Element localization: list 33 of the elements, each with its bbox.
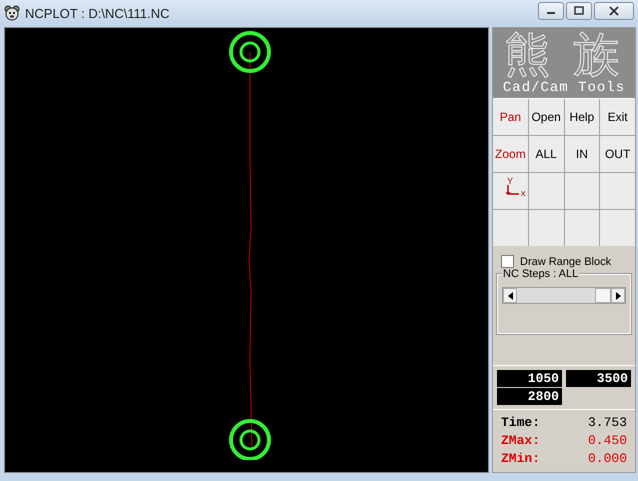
toolbar-button[interactable]: Open [528, 99, 564, 135]
close-icon [609, 6, 619, 16]
toolbar-button[interactable]: Help [564, 99, 600, 135]
mode-button[interactable]: Pan [493, 99, 528, 135]
bear-face-icon [4, 5, 20, 21]
coordinate-readout: 3500 [566, 370, 631, 387]
minimize-button[interactable] [538, 2, 564, 20]
slider-thumb[interactable] [595, 288, 611, 303]
maximize-button[interactable] [566, 2, 592, 20]
checkbox[interactable] [501, 255, 514, 268]
checkbox-label: Draw Range Block [520, 256, 612, 268]
stat-value: 0.000 [588, 450, 627, 468]
mode-button[interactable]: Zoom [493, 136, 528, 172]
close-button[interactable] [594, 2, 634, 20]
coordinate-readout: 2800 [497, 388, 562, 405]
group-title: NC Steps : ALL [502, 268, 580, 280]
stat-label: Time: [501, 414, 540, 432]
stat-value: 3.753 [588, 414, 627, 432]
window-title: NCPLOT : D:\NC\111.NC [25, 6, 170, 20]
stat-label: ZMin: [501, 450, 540, 468]
logo-caption: Cad/Cam Tools [502, 80, 626, 96]
step-scrollbar[interactable] [502, 287, 626, 304]
toolbar-button[interactable]: IN [564, 136, 600, 172]
logo-characters: 熊 族 [504, 28, 624, 80]
coordinate-readout: 1050 [497, 370, 562, 387]
toolbar-button[interactable]: Exit [600, 99, 635, 135]
stat-value: 0.450 [588, 432, 627, 450]
maximize-icon [574, 6, 584, 16]
axis-icon [506, 185, 520, 197]
axis-button[interactable]: Y x [493, 173, 528, 209]
stat-label: ZMax: [501, 432, 540, 450]
toolbar-button[interactable]: ALL [528, 136, 564, 172]
toolbar-button[interactable]: OUT [600, 136, 635, 172]
